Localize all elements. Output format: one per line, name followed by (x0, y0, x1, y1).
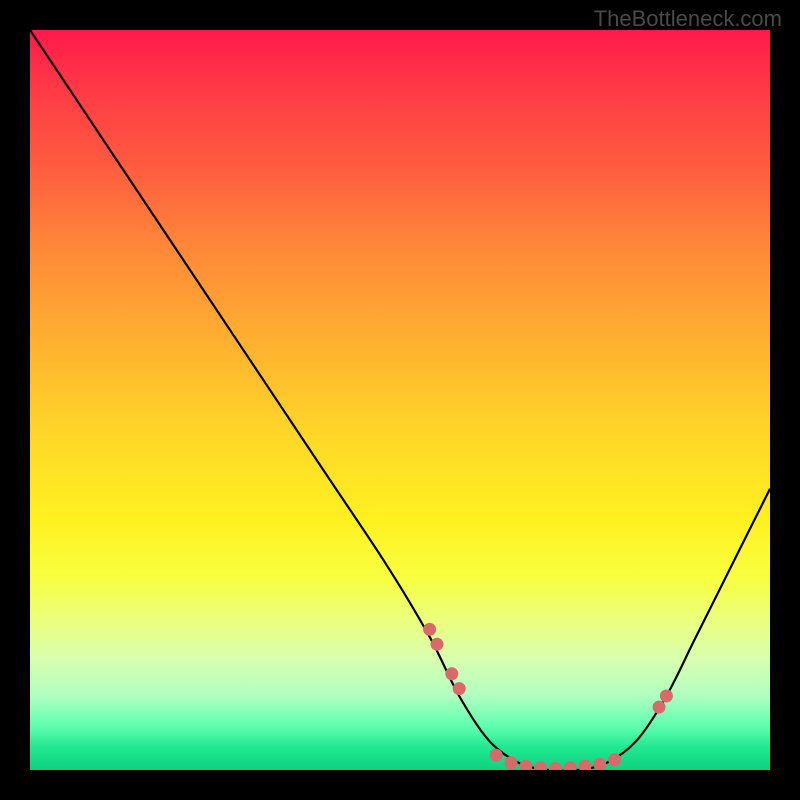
highlight-marker (660, 690, 673, 703)
highlight-marker (593, 758, 606, 770)
highlight-marker (445, 667, 458, 680)
highlight-marker (490, 749, 503, 762)
highlight-marker (534, 761, 547, 770)
highlight-marker (423, 623, 436, 636)
highlight-marker (608, 753, 621, 766)
highlight-marker (549, 762, 562, 770)
highlight-marker (564, 761, 577, 770)
chart-plot-area (30, 30, 770, 770)
highlight-marker (431, 638, 444, 651)
highlight-marker (579, 760, 592, 770)
highlight-marker (519, 760, 532, 770)
highlight-marker (453, 682, 466, 695)
bottleneck-curve-line (30, 30, 770, 770)
highlight-marker (505, 756, 518, 769)
highlight-marker (653, 701, 666, 714)
chart-svg-layer (30, 30, 770, 770)
watermark-text: TheBottleneck.com (594, 6, 782, 32)
